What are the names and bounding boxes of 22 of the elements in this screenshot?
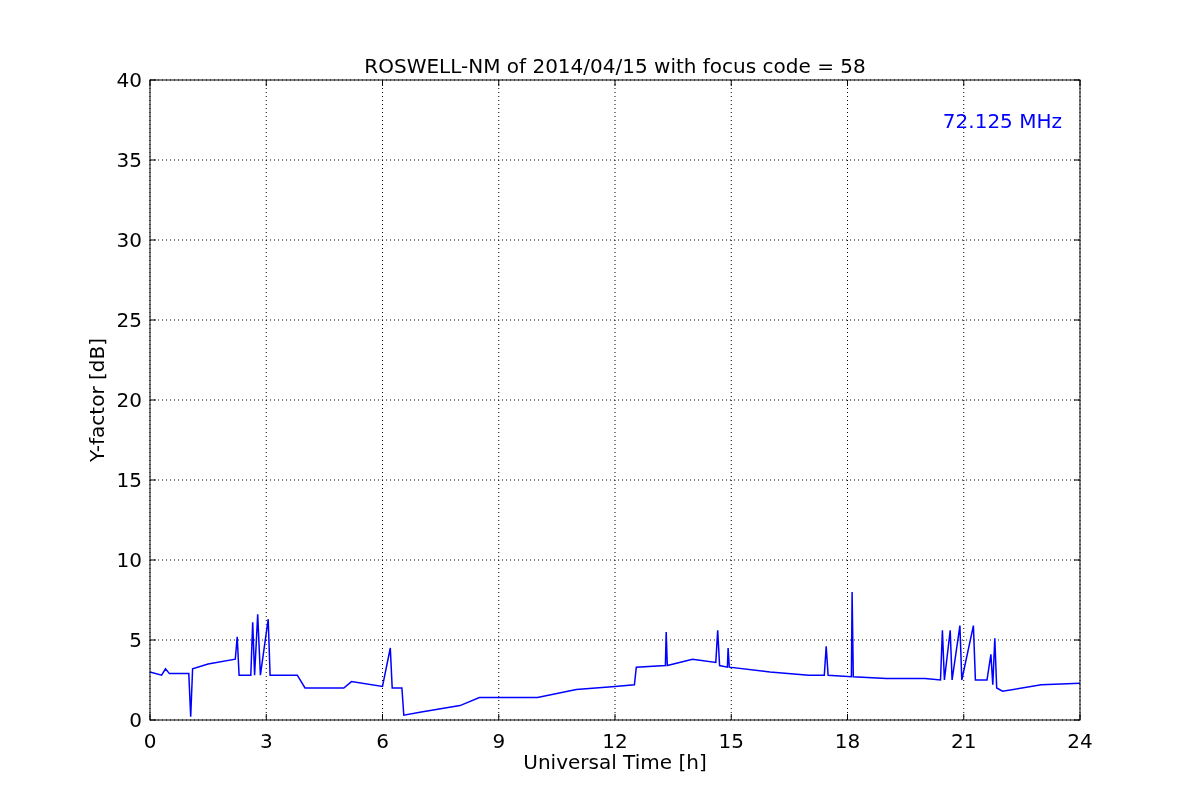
y-tick-label: 30	[116, 228, 142, 252]
y-tick-label: 15	[116, 468, 142, 492]
y-tick-label: 40	[116, 68, 142, 92]
x-tick-label: 12	[602, 729, 628, 753]
series-label: 72.125 MHz	[942, 109, 1062, 133]
x-tick-label: 6	[376, 729, 389, 753]
y-tick-label: 5	[129, 628, 142, 652]
y-tick-label: 25	[116, 308, 142, 332]
chart-title: ROSWELL-NM of 2014/04/15 with focus code = 58	[364, 54, 866, 78]
x-axis-label: Universal Time [h]	[523, 750, 707, 774]
x-tick-label: 3	[259, 729, 273, 753]
y-tick-label: 35	[116, 148, 142, 172]
y-tick-label: 20	[116, 388, 142, 412]
y-tick-label: 0	[129, 708, 142, 732]
y-axis-label: Y-factor [dB]	[85, 338, 109, 462]
x-tick-label: 9	[492, 729, 506, 753]
y-tick-label: 10	[116, 548, 142, 572]
x-tick-label: 18	[834, 729, 861, 753]
x-tick-label: 0	[143, 729, 157, 753]
x-tick-label: 21	[951, 729, 977, 753]
x-tick-label: 15	[718, 729, 744, 753]
x-tick-label: 24	[1067, 729, 1093, 753]
